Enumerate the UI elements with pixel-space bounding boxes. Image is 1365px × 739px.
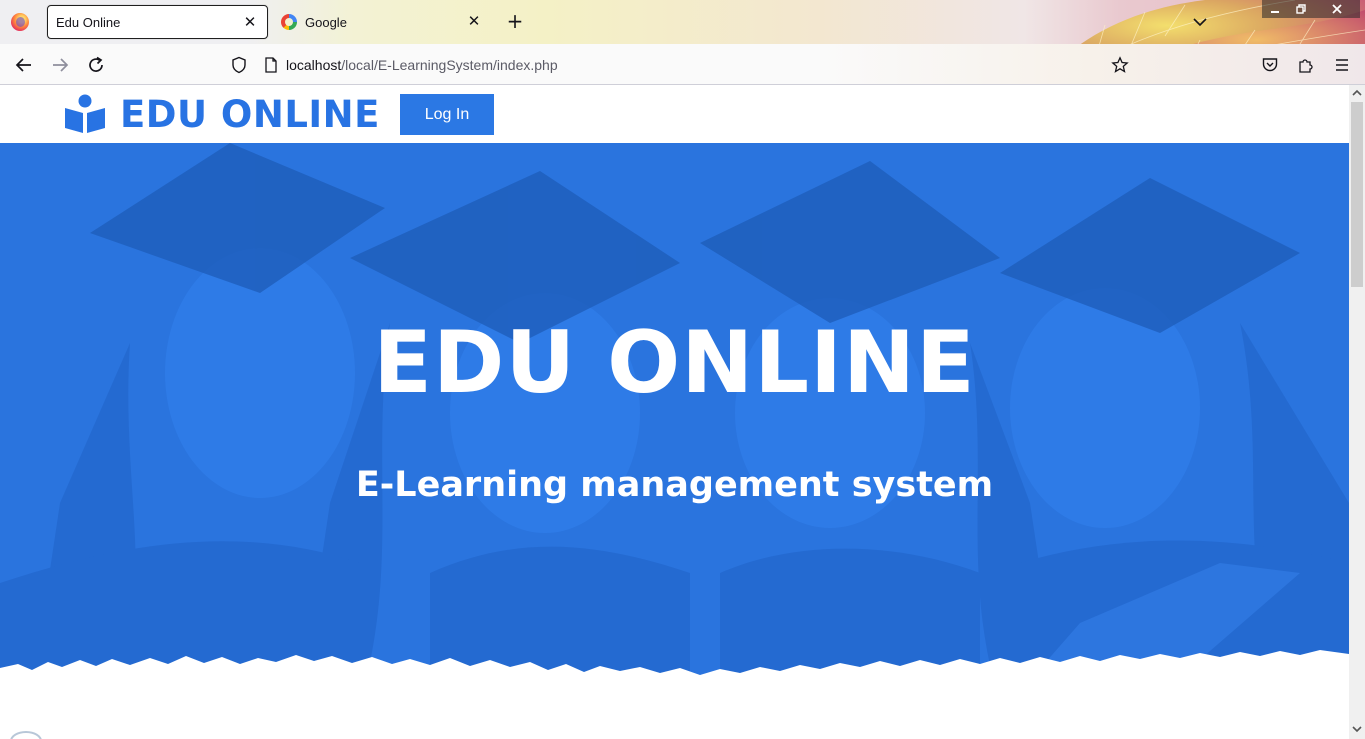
close-tab-icon[interactable]: ✕ <box>242 14 258 30</box>
tab-title: Edu Online <box>56 14 121 30</box>
extensions-icon[interactable] <box>1293 52 1319 78</box>
close-window-icon[interactable] <box>1314 0 1360 18</box>
pocket-icon[interactable] <box>1257 52 1283 78</box>
hero-subtitle: E-Learning management system <box>355 465 994 505</box>
scroll-down-icon[interactable] <box>1349 721 1365 737</box>
reader-logo-icon <box>65 94 105 133</box>
web-page: EDU ONLINE Log In EDU ONLINE E-Learning … <box>0 85 1349 739</box>
close-tab-icon[interactable]: ✕ <box>466 13 482 29</box>
forward-icon[interactable] <box>47 52 73 78</box>
tab-strip: Edu Online ✕ Google ✕ + <box>0 0 1365 44</box>
reload-icon[interactable] <box>83 52 109 78</box>
site-header: EDU ONLINE Log In <box>0 85 1349 143</box>
brand-name: EDU ONLINE <box>120 92 380 136</box>
address-bar[interactable]: localhost/local/E-LearningSystem/index.p… <box>230 50 1110 80</box>
minimize-window-icon[interactable] <box>1262 0 1288 18</box>
restore-window-icon[interactable] <box>1288 0 1314 18</box>
page-info-icon[interactable] <box>264 57 278 73</box>
url-path: /local/E-LearningSystem/index.php <box>341 57 558 73</box>
tab-google[interactable]: Google ✕ <box>276 5 491 39</box>
tab-title: Google <box>305 14 347 30</box>
floating-chat-widget[interactable] <box>10 731 42 739</box>
back-icon[interactable] <box>11 52 37 78</box>
chevron-down-icon[interactable] <box>1190 12 1210 32</box>
hero-banner: EDU ONLINE E-Learning management system <box>0 143 1349 703</box>
scroll-up-icon[interactable] <box>1349 85 1365 101</box>
graduates-background-photo <box>0 143 1349 703</box>
firefox-menu-icon[interactable] <box>11 13 29 31</box>
login-button[interactable]: Log In <box>400 94 494 135</box>
bookmark-star-icon[interactable] <box>1107 52 1133 78</box>
hero-title: EDU ONLINE <box>373 313 976 413</box>
app-menu-icon[interactable] <box>1329 52 1355 78</box>
new-tab-icon[interactable]: + <box>505 11 525 31</box>
tab-edu-online[interactable]: Edu Online ✕ <box>47 5 268 39</box>
google-icon <box>281 14 297 30</box>
scrollbar-thumb[interactable] <box>1351 102 1363 287</box>
torn-paper-divider <box>0 650 1349 730</box>
site-brand[interactable]: EDU ONLINE <box>64 92 380 136</box>
tracking-protection-shield-icon[interactable] <box>230 56 248 74</box>
url-text[interactable]: localhost/local/E-LearningSystem/index.p… <box>286 57 558 73</box>
url-host: localhost <box>286 57 342 73</box>
